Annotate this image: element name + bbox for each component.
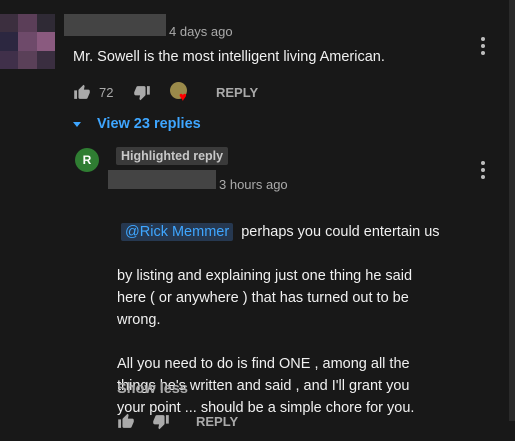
- reply-menu-icon[interactable]: [481, 161, 485, 182]
- thumbs-down-icon[interactable]: [133, 84, 151, 101]
- view-replies-link[interactable]: View 23 replies: [97, 116, 201, 132]
- like-count: 72: [99, 85, 114, 100]
- reply-thumbs-down-icon[interactable]: [152, 413, 170, 430]
- scrollbar-track[interactable]: [509, 0, 515, 421]
- thumbs-up-icon[interactable]: [73, 84, 91, 101]
- chevron-down-icon[interactable]: [73, 122, 81, 127]
- show-less-link[interactable]: Show less: [117, 381, 188, 397]
- reply-reply-button[interactable]: REPLY: [196, 414, 238, 429]
- reply-timestamp[interactable]: 3 hours ago: [219, 177, 288, 192]
- reply-avatar[interactable]: R: [75, 148, 99, 172]
- commenter-name-blurred[interactable]: [64, 14, 166, 36]
- commenter-avatar[interactable]: [0, 14, 55, 69]
- creator-heart-icon: ♥: [170, 82, 192, 104]
- reply-button[interactable]: REPLY: [216, 85, 258, 100]
- mention-link[interactable]: @Rick Memmer: [121, 223, 234, 241]
- comment-text: Mr. Sowell is the most intelligent livin…: [73, 49, 385, 65]
- reply-thumbs-up-icon[interactable]: [117, 413, 135, 430]
- reply-text-first-line: perhaps you could entertain us: [241, 224, 440, 240]
- comment-menu-icon[interactable]: [481, 37, 485, 58]
- reply-text: @Rick Memmer perhaps you could entertain…: [117, 199, 487, 441]
- highlighted-reply-badge: Highlighted reply: [116, 147, 229, 165]
- comment-timestamp[interactable]: 4 days ago: [169, 24, 233, 39]
- reply-author-blurred[interactable]: [108, 170, 216, 189]
